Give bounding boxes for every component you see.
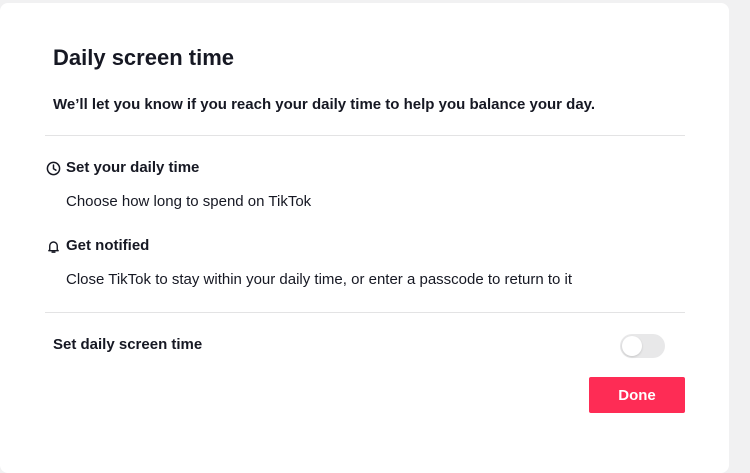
dialog-title: Daily screen time [53,45,234,70]
section-heading: Set your daily time [66,159,200,176]
screen-time-setting-label: Set daily screen time [53,336,203,353]
section-description: Choose how long to spend on TikTok [66,193,312,210]
daily-screen-time-dialog: Daily screen time We’ll let you know if … [0,3,729,473]
divider [45,135,685,136]
dialog-subtitle: We’ll let you know if you reach your dai… [53,96,596,113]
bell-icon [45,238,61,254]
section-description: Close TikTok to stay within your daily t… [66,271,573,288]
done-button[interactable]: Done [589,377,685,413]
section-set-daily-time: Set your daily time [45,157,199,179]
toggle-knob [622,336,642,356]
divider [45,312,685,313]
screen-time-toggle[interactable] [620,334,665,358]
section-heading: Get notified [66,237,150,254]
clock-icon [45,160,61,176]
section-get-notified: Get notified [45,235,149,257]
